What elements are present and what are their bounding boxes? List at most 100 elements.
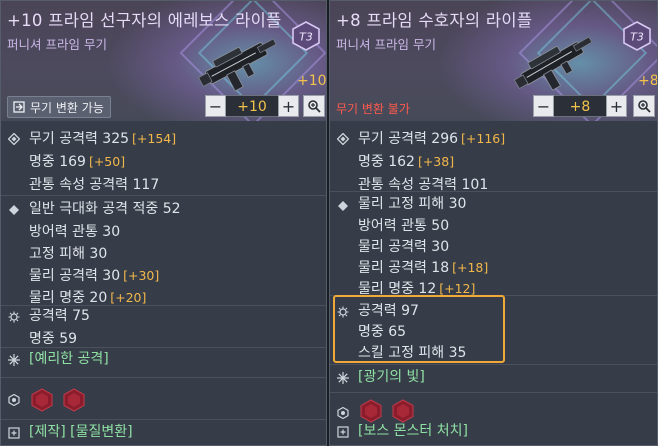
- skill-icon: [337, 372, 349, 384]
- set-stat-highlight-box: [333, 295, 505, 363]
- skill-group: [광기의 빛]: [330, 364, 657, 392]
- skill-group: [예리한 공격]: [1, 347, 326, 377]
- stat-bonus: [+20]: [110, 290, 147, 305]
- increase-level-button[interactable]: +: [606, 95, 627, 117]
- increase-level-button[interactable]: +: [278, 95, 299, 117]
- stat-text: 방어력 관통 50: [358, 218, 450, 234]
- option-stat-icon: [9, 205, 19, 215]
- stat-bonus: [+116]: [461, 131, 506, 146]
- stat-line: 물리 공격력 18 [+18]: [358, 259, 488, 277]
- stat-text: 물리 공격력 30: [29, 268, 121, 284]
- stat-line: 고정 피해 30: [29, 245, 107, 263]
- weapon-stat-group: 무기 공격력 325 [+154] 명중 169 [+50] 관통 속성 공격력 1…: [1, 125, 326, 195]
- stat-bonus: [+30]: [123, 268, 160, 283]
- stat-text: 무기 공격력 296: [358, 131, 459, 147]
- rifle-image: [198, 38, 277, 92]
- stat-line: 무기 공격력 325 [+154]: [29, 130, 176, 148]
- stat-line: 방어력 관통 50: [358, 217, 449, 235]
- weapon-convert-status: 무기 변환 불가: [336, 102, 410, 116]
- zoom-icon: [308, 100, 321, 113]
- svg-text:T3: T3: [630, 31, 644, 44]
- stat-line: 명중 169 [+50]: [29, 153, 125, 171]
- svg-text:T3: T3: [299, 31, 313, 44]
- item-header: +10 프라임 선구자의 에레보스 라이플 퍼니셔 프라임 무기 T3 +10: [1, 1, 326, 121]
- enhance-level-label: +8: [638, 73, 657, 89]
- item-source: [보스 몬스터 처치]: [358, 423, 468, 439]
- weapon-stat-icon: [8, 133, 20, 145]
- item-subtitle: 퍼니셔 프라임 무기: [7, 37, 107, 52]
- stat-text: 무기 공격력 325: [29, 131, 130, 147]
- stat-line: 공격력 75: [29, 307, 90, 325]
- gem-slot-icon: [337, 407, 349, 419]
- stat-bonus: [+38]: [417, 154, 455, 169]
- zoom-icon: [638, 100, 651, 113]
- stat-line: 명중 59: [29, 330, 77, 348]
- item-title: +8 프라임 수호자의 라이플: [336, 11, 533, 30]
- item-header: +8 프라임 수호자의 라이플 퍼니셔 프라임 무기 T3 +8 무기 변환 불…: [330, 1, 657, 121]
- stat-text: 명중 169: [29, 154, 86, 170]
- enhance-stepper: − +8 +: [533, 95, 627, 117]
- option-stat-group: 물리 고정 피해 30 방어력 관통 50 물리 공격력 30 물리 공격력 1…: [330, 191, 657, 297]
- stat-bonus: [+18]: [452, 260, 489, 275]
- stat-line: 명중 162 [+38]: [358, 153, 454, 171]
- stat-line: 물리 공격력 30 [+30]: [29, 267, 159, 285]
- source-group: [보스 몬스터 처치]: [330, 419, 657, 445]
- enhance-level-value: +8: [554, 95, 606, 117]
- stat-bonus: [+50]: [88, 154, 126, 169]
- set-stat-icon: [8, 311, 20, 323]
- enhance-level-value: +10: [226, 95, 278, 117]
- stat-line: 관통 속성 공격력 117: [29, 176, 159, 194]
- stat-line: 물리 공격력 30: [358, 238, 449, 256]
- decrease-level-button[interactable]: −: [533, 95, 554, 117]
- rifle-image: [513, 36, 593, 91]
- zoom-button[interactable]: [303, 95, 325, 117]
- item-tooltip-right: +8 프라임 수호자의 라이플 퍼니셔 프라임 무기 T3 +8 무기 변환 불…: [329, 0, 658, 446]
- weapon-stat-group: 무기 공격력 296 [+116] 명중 162 [+38] 관통 속성 공격력 1…: [330, 125, 657, 195]
- item-source: [제작] [물질변환]: [29, 424, 133, 440]
- gem-slot-group: [1, 377, 326, 423]
- stat-text: 일반 극대화 공격 적중 52: [29, 201, 181, 217]
- stat-text: 고정 피해 30: [29, 246, 108, 262]
- stat-text: 물리 고정 피해 30: [358, 196, 467, 212]
- convert-label: 무기 변환 가능: [30, 100, 104, 115]
- skill-name: [광기의 빛]: [358, 369, 425, 385]
- stat-text: 물리 공격력 18: [358, 260, 450, 276]
- enhance-level-label: +10: [297, 73, 326, 89]
- option-stat-group: 일반 극대화 공격 적중 52 방어력 관통 30 고정 피해 30 물리 공격…: [1, 195, 326, 306]
- stat-text: 명중 59: [29, 331, 78, 347]
- zoom-button[interactable]: [633, 95, 655, 117]
- stat-text: 물리 공격력 30: [358, 239, 450, 255]
- stat-text: 공격력 75: [29, 308, 90, 324]
- stat-line: 물리 고정 피해 30: [358, 195, 466, 213]
- gem-slot-group: [330, 392, 657, 423]
- source-icon: [8, 427, 20, 439]
- stat-bonus: [+154]: [132, 131, 177, 146]
- option-stat-icon: [338, 201, 348, 211]
- skill-icon: [8, 354, 20, 366]
- item-tooltip-left: +10 프라임 선구자의 에레보스 라이플 퍼니셔 프라임 무기 T3 +10: [0, 0, 327, 446]
- gem-icon[interactable]: [31, 388, 53, 412]
- skill-name: [예리한 공격]: [29, 351, 109, 367]
- stat-line: 방어력 관통 30: [29, 223, 120, 241]
- weapon-convert-button[interactable]: 무기 변환 가능: [7, 96, 111, 118]
- stat-list: 무기 공격력 325 [+154] 명중 169 [+50] 관통 속성 공격력 1…: [1, 121, 326, 445]
- stat-line: 일반 극대화 공격 적중 52: [29, 200, 181, 218]
- gem-slot-icon: [8, 394, 20, 406]
- tier-badge-icon: T3: [623, 21, 651, 51]
- weapon-stat-icon: [337, 133, 349, 145]
- stat-text: 명중 162: [358, 154, 415, 170]
- item-subtitle: 퍼니셔 프라임 무기: [336, 37, 436, 52]
- stat-line: 무기 공격력 296 [+116]: [358, 130, 505, 148]
- stat-text: 물리 명중 20: [29, 290, 108, 306]
- item-title: +10 프라임 선구자의 에레보스 라이플: [7, 11, 282, 30]
- tier-badge-icon: T3: [292, 21, 320, 51]
- decrease-level-button[interactable]: −: [205, 95, 226, 117]
- convert-icon: [13, 101, 25, 113]
- enhance-stepper: − +10 +: [205, 95, 299, 117]
- stat-text: 방어력 관통 30: [29, 224, 121, 240]
- source-group: [제작] [물질변환]: [1, 419, 326, 445]
- source-icon: [337, 426, 349, 438]
- stat-text: 관통 속성 공격력 117: [29, 177, 160, 193]
- gem-icon[interactable]: [63, 388, 85, 412]
- stat-bonus: [+12]: [439, 281, 476, 296]
